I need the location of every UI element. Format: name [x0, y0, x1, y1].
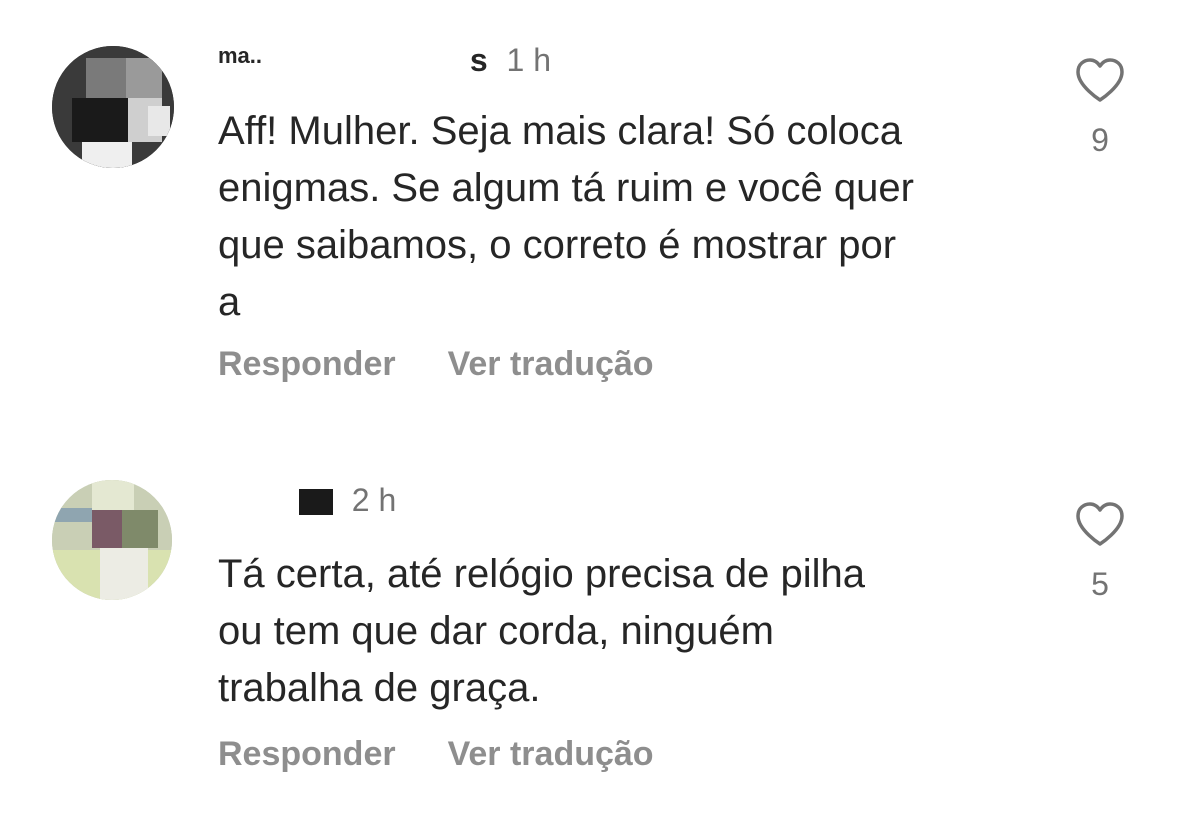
username-prefix: ma..	[218, 43, 263, 68]
comment-time: 2 h	[351, 482, 397, 518]
username-suffix: s	[469, 42, 488, 78]
like-count: 5	[1091, 566, 1109, 602]
username-redaction	[218, 485, 290, 515]
heart-outline-icon[interactable]	[1074, 56, 1126, 104]
username-redaction	[270, 47, 461, 77]
comment-actions: Responder Ver tradução	[218, 734, 654, 774]
see-translation-button[interactable]: Ver tradução	[448, 735, 654, 773]
comment-meta: ma.. s 1 h	[218, 36, 551, 80]
see-translation-button[interactable]: Ver tradução	[448, 345, 654, 383]
username[interactable]	[218, 480, 333, 520]
avatar[interactable]	[52, 480, 172, 600]
reply-button[interactable]: Responder	[218, 735, 396, 773]
like-count: 9	[1091, 122, 1109, 158]
comment-item: 2 h Tá certa, até relógio precisa de pil…	[0, 440, 1200, 821]
comment-meta: 2 h	[218, 480, 396, 520]
comment-text: Aff! Mulher. Seja mais clara! Só coloca …	[218, 109, 914, 324]
avatar[interactable]	[52, 46, 174, 168]
username-mark	[298, 489, 333, 515]
heart-outline-icon[interactable]	[1074, 500, 1126, 548]
comment-text: Tá certa, até relógio precisa de pilha o…	[218, 552, 866, 710]
username[interactable]: ma.. s	[218, 36, 488, 80]
comment-time: 1 h	[506, 42, 551, 78]
comment-actions: Responder Ver tradução	[218, 344, 654, 384]
reply-button[interactable]: Responder	[218, 345, 396, 383]
comment-item: ma.. s 1 h Aff! Mulher. Seja mais clara!…	[0, 0, 1200, 420]
